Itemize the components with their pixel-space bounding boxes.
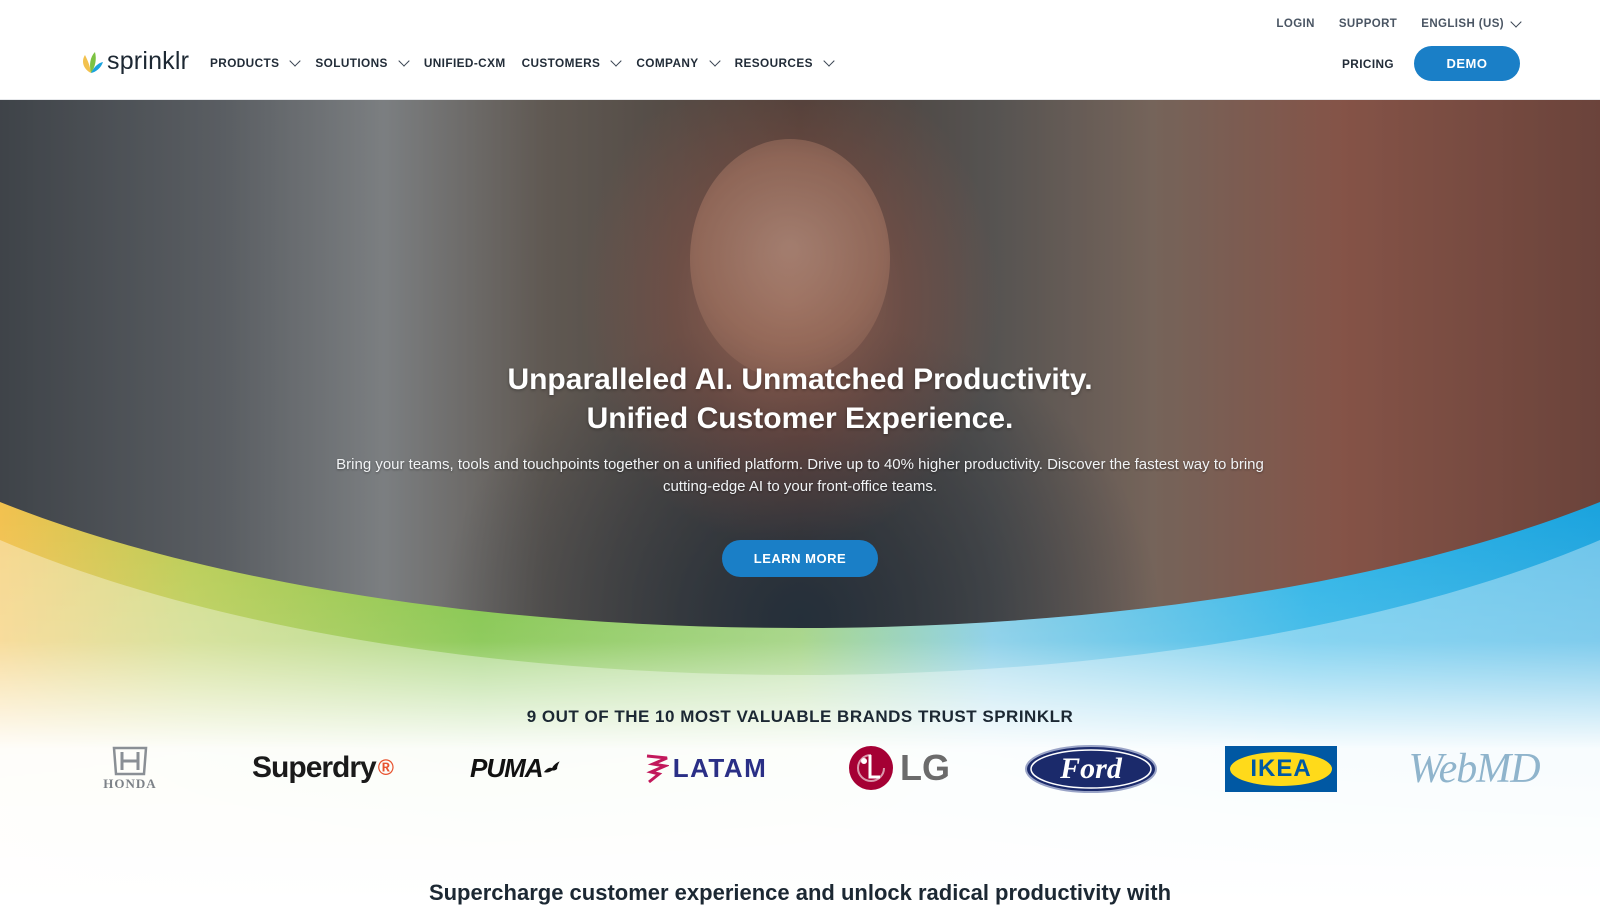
trusted-brands-title: 9 OUT OF THE 10 MOST VALUABLE BRANDS TRU… xyxy=(526,707,1074,726)
latam-logo: LATAM xyxy=(636,750,776,786)
hero-title: Unparalleled AI. Unmatched Productivity.… xyxy=(0,360,1600,438)
superdry-logo: Superdry ® xyxy=(252,748,394,788)
nav-solutions[interactable]: SOLUTIONS xyxy=(315,55,410,70)
ikea-logo: IKEA xyxy=(1225,746,1337,792)
header-actions: PRICING DEMO xyxy=(1342,46,1520,81)
hero-title-line-1: Unparalleled AI. Unmatched Productivity. xyxy=(507,363,1093,396)
logo-wordmark: sprinklr xyxy=(107,47,190,75)
lg-logo: LG xyxy=(846,744,952,792)
lg-logo-text: LG xyxy=(900,747,950,788)
nav-label: RESOURCES xyxy=(734,56,813,70)
registered-mark-icon: ® xyxy=(377,755,394,780)
nav-label: CUSTOMERS xyxy=(521,56,601,70)
chevron-down-icon xyxy=(610,55,622,67)
sprinklr-logo[interactable]: sprinklr xyxy=(79,47,189,76)
webmd-logo: WebMD xyxy=(1393,746,1555,792)
chevron-down-icon xyxy=(398,55,410,67)
chevron-down-icon xyxy=(708,55,721,67)
honda-logo: HONDA xyxy=(95,744,165,794)
puma-logo-text: PUMA xyxy=(470,752,544,783)
honda-logo-text: HONDA xyxy=(103,776,157,791)
nav-resources[interactable]: RESOURCES xyxy=(734,55,835,70)
nav-label: COMPANY xyxy=(636,56,699,70)
honda-h-icon xyxy=(112,746,148,776)
lg-face-icon xyxy=(849,746,893,790)
support-link[interactable]: SUPPORT xyxy=(1339,18,1397,30)
language-selector[interactable]: ENGLISH (US) xyxy=(1421,16,1522,30)
sprinklr-leaf-icon xyxy=(83,51,103,73)
nav-customers[interactable]: CUSTOMERS xyxy=(521,55,622,70)
site-header: LOGIN SUPPORT ENGLISH (US) sprinklr PROD… xyxy=(0,0,1600,100)
ikea-logo-text: IKEA xyxy=(1250,755,1312,782)
main-nav: PRODUCTS SOLUTIONS UNIFIED-CXM CUSTOMERS… xyxy=(210,55,835,70)
puma-logo: PUMA xyxy=(470,746,560,790)
nav-unified-cxm[interactable]: UNIFIED-CXM xyxy=(424,56,506,70)
chevron-down-icon xyxy=(1510,16,1522,28)
webmd-logo-text: WebMD xyxy=(1408,746,1540,792)
chevron-down-icon xyxy=(823,55,835,67)
login-link[interactable]: LOGIN xyxy=(1276,18,1314,30)
ford-logo: Ford xyxy=(1023,744,1159,794)
nav-company[interactable]: COMPANY xyxy=(636,55,721,70)
latam-logo-text: LATAM xyxy=(672,752,768,783)
nav-products[interactable]: PRODUCTS xyxy=(210,55,302,70)
nav-label: UNIFIED-CXM xyxy=(423,56,506,70)
hero-title-line-2: Unified Customer Experience. xyxy=(586,402,1014,435)
learn-more-button[interactable]: LEARN MORE xyxy=(722,540,878,577)
puma-cat-icon xyxy=(543,761,560,773)
trusted-brands-section: 9 OUT OF THE 10 MOST VALUABLE BRANDS TRU… xyxy=(0,690,1600,793)
utility-nav: LOGIN SUPPORT ENGLISH (US) xyxy=(1276,16,1522,30)
chevron-down-icon xyxy=(289,55,302,67)
nav-label: SOLUTIONS xyxy=(315,56,388,70)
superdry-logo-text: Superdry xyxy=(252,751,377,784)
demo-button[interactable]: DEMO xyxy=(1414,46,1520,81)
ford-logo-text: Ford xyxy=(1060,752,1122,785)
brand-logo-row: HONDA Superdry ® PUMA LATAM LG Ford IKEA… xyxy=(0,736,1600,806)
next-section-heading: Supercharge customer experience and unlo… xyxy=(428,880,1172,905)
pricing-link[interactable]: PRICING xyxy=(1342,57,1394,71)
nav-label: PRODUCTS xyxy=(210,56,280,70)
language-label: ENGLISH (US) xyxy=(1421,18,1504,30)
hero-subtitle: Bring your teams, tools and touchpoints … xyxy=(336,456,1264,495)
latam-emblem-icon xyxy=(646,754,669,784)
